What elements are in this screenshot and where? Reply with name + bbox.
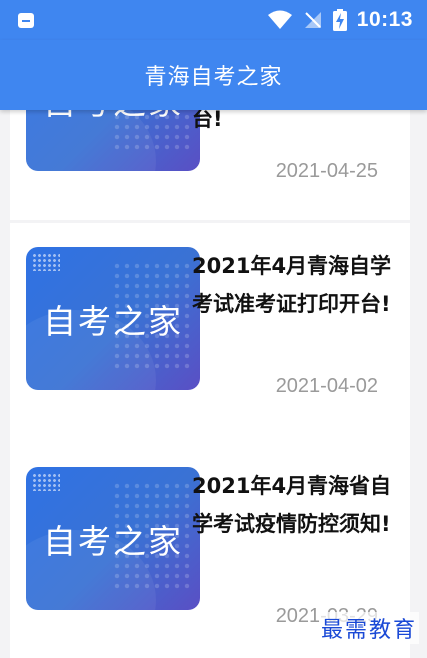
thumbnail-text: 自考之家 [43, 301, 183, 341]
app-bar: 青海自考之家 [0, 40, 427, 110]
thumbnail-dot-grid [32, 473, 60, 491]
thumbnail-dot-grid [32, 253, 60, 271]
article-card[interactable]: 自考之家 台! 2021-04-25 [10, 110, 410, 220]
app-notification-icon [18, 12, 34, 28]
article-thumbnail[interactable]: 自考之家 [26, 467, 200, 610]
watermark-logo: 最需教育 [318, 612, 419, 644]
article-title[interactable]: 2021年4月青海自学考试准考证打印开台! [192, 247, 397, 323]
article-thumbnail[interactable]: 自考之家 [26, 247, 200, 390]
article-title[interactable]: 2021年4月青海省自学考试疫情防控须知! [192, 467, 397, 543]
article-thumbnail[interactable]: 自考之家 [26, 110, 200, 171]
wifi-icon [267, 10, 292, 29]
thumbnail-text: 自考之家 [43, 521, 183, 561]
battery-charging-icon [332, 9, 347, 31]
page-title: 青海自考之家 [144, 65, 283, 90]
status-time: 10:13 [356, 8, 413, 31]
status-bar: 10:13 [0, 0, 427, 40]
article-title[interactable]: 台! [192, 110, 397, 138]
thumbnail-text: 自考之家 [26, 110, 200, 124]
article-list[interactable]: 自考之家 台! 2021-04-25 自考之家 2021年4月青海自学考试准考证… [10, 110, 410, 658]
article-date: 2021-04-25 [275, 160, 378, 182]
signal-icon [304, 12, 321, 28]
article-card[interactable]: 自考之家 2021年4月青海自学考试准考证打印开台! 2021-04-02 [10, 223, 410, 443]
article-date: 2021-04-02 [275, 375, 378, 397]
